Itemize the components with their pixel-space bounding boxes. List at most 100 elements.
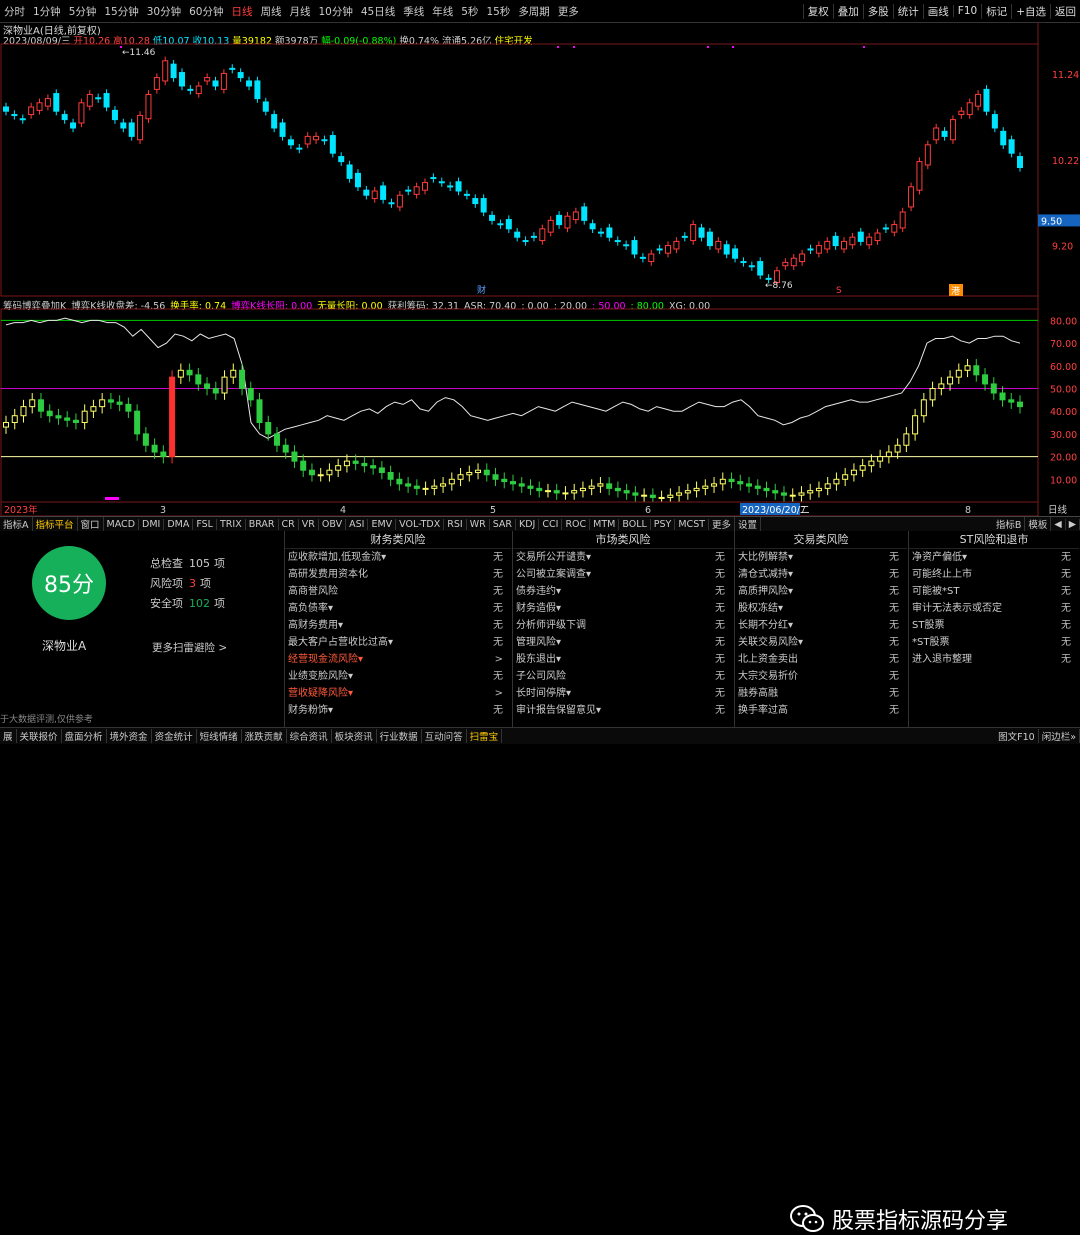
indicator-tab-right-2[interactable]: ◀ [1051, 518, 1066, 530]
indicator-tab-7[interactable]: TRIX [217, 518, 246, 530]
risk-item[interactable]: 分析师评级下调 无 [513, 617, 733, 634]
risk-item[interactable]: 可能被*ST 无 [909, 583, 1079, 600]
watermark-text: 股票指标源码分享 [832, 1209, 1009, 1234]
risk-item[interactable]: 业绩变脸风险▾ 无 [285, 668, 511, 685]
indicator-tab-3[interactable]: MACD [104, 518, 140, 530]
bottom-tab-2[interactable]: 盘面分析 [62, 729, 107, 743]
risk-item[interactable]: 审计无法表示或否定 无 [909, 600, 1079, 617]
risk-item[interactable]: 长期不分红▾ 无 [735, 617, 907, 634]
bottom-tab-3[interactable]: 境外资金 [107, 729, 152, 743]
bottom-tab-0[interactable]: 展 [0, 729, 17, 743]
risk-item[interactable]: 审计报告保留意见▾ 无 [513, 702, 733, 719]
price-candle [1000, 130, 1007, 146]
indicator-tab-12[interactable]: ASI [346, 518, 369, 530]
risk-item[interactable]: 大比例解禁▾ 无 [735, 549, 907, 566]
risk-item[interactable]: 股东退出▾ 无 [513, 651, 733, 668]
indicator-tab-0[interactable]: 指标A [0, 517, 33, 531]
risk-item[interactable]: 净资产偏低▾ 无 [909, 549, 1079, 566]
indicator-candle [37, 399, 44, 412]
indicator-tab-right-3[interactable]: ▶ [1066, 518, 1080, 530]
indicator-tab-26[interactable]: 设置 [735, 517, 762, 531]
indicator-tab-24[interactable]: MCST [675, 518, 710, 530]
indicator-candle [990, 383, 997, 394]
indicator-tab-19[interactable]: CCI [539, 518, 563, 530]
risk-item[interactable]: ST股票 无 [909, 617, 1079, 634]
kline-chart[interactable]: ←11.46 ←8.76 11.24 10.22 9.50 9.20 财 S 港 80.00 70.… [0, 0, 1080, 516]
price-candle [3, 106, 9, 112]
indicator-tab-4[interactable]: DMI [139, 518, 165, 530]
risk-item[interactable]: 子公司风险 无 [513, 668, 733, 685]
risk-item[interactable]: 长时间停牌▾ 无 [513, 685, 733, 702]
indicator-tab-16[interactable]: WR [467, 518, 490, 530]
risk-item[interactable]: 财务粉饰▾ 无 [285, 702, 511, 719]
indicator-candle [798, 492, 805, 496]
risk-item[interactable]: 进入退市整理 无 [909, 651, 1079, 668]
risk-item[interactable]: 大宗交易折价 无 [735, 668, 907, 685]
indicator-tab-right-0[interactable]: 指标B [993, 517, 1026, 531]
indicator-tab-25[interactable]: 更多 [709, 517, 736, 531]
bottom-tab-1[interactable]: 关联报价 [17, 729, 62, 743]
indicator-tab-8[interactable]: BRAR [246, 518, 279, 530]
risk-item[interactable]: 高商誉风险 无 [285, 583, 511, 600]
risk-item[interactable]: 北上资金卖出 无 [735, 651, 907, 668]
price-candle [665, 245, 672, 254]
risk-item[interactable]: 高负债率▾ 无 [285, 600, 511, 617]
risk-item[interactable]: 换手率过高 无 [735, 702, 907, 719]
bottom-tab-4[interactable]: 资金统计 [152, 729, 197, 743]
risk-item[interactable]: 财务造假▾ 无 [513, 600, 733, 617]
indicator-tab-11[interactable]: OBV [319, 518, 347, 530]
risk-item-name: 管理风险▾ [516, 637, 562, 648]
risk-item[interactable]: 债券违约▾ 无 [513, 583, 733, 600]
risk-item[interactable]: 可能终止上市 无 [909, 566, 1079, 583]
indicator-tab-1[interactable]: 指标平台 [33, 517, 78, 531]
indicator-tab-14[interactable]: VOL-TDX [396, 518, 445, 530]
risk-item[interactable]: 股权冻结▾ 无 [735, 600, 907, 617]
bottom-tab-11[interactable]: 扫雷宝 [467, 729, 503, 743]
indicator-tab-22[interactable]: BOLL [619, 518, 651, 530]
risk-item[interactable]: 高质押风险▾ 无 [735, 583, 907, 600]
more-scan-link[interactable]: 更多扫雷避险 > [152, 640, 227, 655]
bottom-tab-10[interactable]: 互动问答 [422, 729, 467, 743]
price-candle [388, 202, 395, 205]
bottom-tab-9[interactable]: 行业数据 [377, 729, 422, 743]
risk-item[interactable]: 融券高融 无 [735, 685, 907, 702]
risk-item[interactable]: 清仓式减持▾ 无 [735, 566, 907, 583]
risk-item[interactable]: 关联交易风险▾ 无 [735, 634, 907, 651]
indicator-candle [807, 490, 814, 494]
bottom-right-1[interactable]: 闲边栏» [1039, 729, 1080, 743]
indicator-tab-right-1[interactable]: 模板 [1025, 517, 1052, 531]
indicator-tab-2[interactable]: 窗口 [78, 517, 104, 531]
bottom-tab-6[interactable]: 涨跌贡献 [242, 729, 287, 743]
indicator-tab-6[interactable]: FSL [193, 518, 217, 530]
indicator-tab-15[interactable]: RSI [444, 518, 467, 530]
risk-item[interactable]: 营收疑降风险▾ > [285, 685, 511, 702]
risk-item[interactable]: 交易所公开谴责▾ 无 [513, 549, 733, 566]
indicator-tab-21[interactable]: MTM [590, 518, 620, 530]
bottom-tab-8[interactable]: 板块资讯 [332, 729, 377, 743]
bottom-tab-5[interactable]: 短线情绪 [197, 729, 242, 743]
bottom-right-0[interactable]: 图文F10 [995, 729, 1039, 743]
risk-item[interactable]: 最大客户占营收比过高▾ 无 [285, 634, 511, 651]
indicator-tab-13[interactable]: EMV [368, 518, 397, 530]
bottom-tab-7[interactable]: 综合资讯 [287, 729, 332, 743]
price-candle [212, 80, 219, 87]
indicator-tab-5[interactable]: DMA [164, 518, 194, 530]
risk-item[interactable]: *ST股票 无 [909, 634, 1079, 651]
indicator-tab-9[interactable]: CR [279, 518, 299, 530]
risk-item[interactable]: 经营现金流风险▾ > [285, 651, 511, 668]
indicator-tab-10[interactable]: VR [299, 518, 319, 530]
indicator-tab-17[interactable]: SAR [490, 518, 517, 530]
risk-item[interactable]: 应收款增加,低现金流▾ 无 [285, 549, 511, 566]
risk-item[interactable]: 公司被立案调查▾ 无 [513, 566, 733, 583]
indicator-tab-20[interactable]: ROC [562, 518, 591, 530]
indicator-candle [885, 451, 892, 458]
risk-item-name: 财务造假▾ [516, 603, 562, 614]
price-candle [271, 114, 278, 129]
indicator-tab-23[interactable]: PSY [651, 518, 676, 530]
risk-item[interactable]: 高财务费用▾ 无 [285, 617, 511, 634]
date-axis-label: 4 [340, 505, 346, 516]
price-candle [430, 177, 437, 180]
risk-item[interactable]: 管理风险▾ 无 [513, 634, 733, 651]
risk-item[interactable]: 高研发费用资本化 无 [285, 566, 511, 583]
indicator-tab-18[interactable]: KDJ [516, 518, 540, 530]
